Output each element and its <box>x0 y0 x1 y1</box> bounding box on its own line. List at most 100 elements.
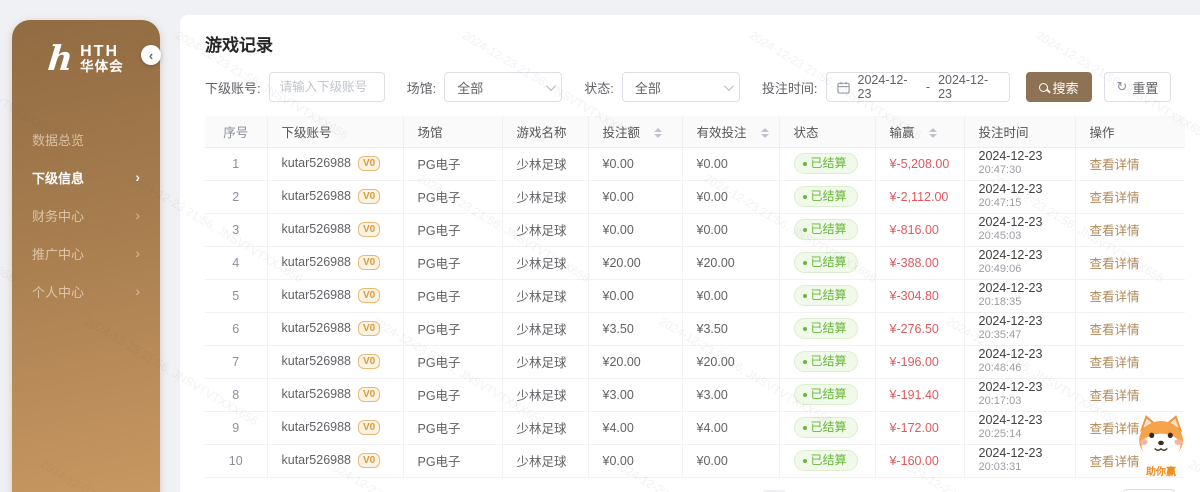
date-separator: - <box>926 80 930 94</box>
sidebar-item-label: 推广中心 <box>32 244 84 263</box>
sidebar-item[interactable]: 财务中心 › <box>12 196 160 234</box>
table-header-row: 序号下级账号场馆游戏名称投注额有效投注状态输赢投注时间操作 <box>205 116 1185 147</box>
sidebar-item[interactable]: 个人中心› <box>12 272 160 310</box>
records-table: 序号下级账号场馆游戏名称投注额有效投注状态输赢投注时间操作 1 kutar526… <box>205 116 1185 478</box>
cell-status: 已结算 <box>779 147 875 180</box>
status-dot-icon <box>803 294 807 298</box>
date-range-picker[interactable]: 2024-12-23 - 2024-12-23 <box>826 72 1010 102</box>
main-content: 游戏记录 下级账号: 场馆: 全部 状态: 全部 投注时间: 2024- <box>180 15 1200 492</box>
chevron-right-icon: › <box>135 207 140 223</box>
column-header[interactable]: 投注额 <box>588 116 682 147</box>
cell-account: kutar526988V0 <box>267 246 403 279</box>
sidebar-item-label: 财务中心 <box>32 206 84 225</box>
cell-index: 5 <box>205 279 267 312</box>
cell-status: 已结算 <box>779 444 875 477</box>
cell-valid-bet: ¥0.00 <box>682 279 779 312</box>
cell-winloss: ¥-304.80 <box>875 279 964 312</box>
account-input[interactable] <box>269 72 385 102</box>
status-badge: 已结算 <box>794 186 858 207</box>
cell-game: 少林足球 <box>502 444 588 477</box>
cell-winloss: ¥-172.00 <box>875 411 964 444</box>
sidebar-item[interactable]: 下级信息› <box>12 158 160 196</box>
cell-index: 4 <box>205 246 267 279</box>
cell-account: kutar526988V0 <box>267 279 403 312</box>
mascot-widget[interactable]: 助你赢 <box>1132 413 1190 478</box>
status-badge: 已结算 <box>794 153 858 174</box>
cell-bet-amount: ¥20.00 <box>588 246 682 279</box>
sort-icon <box>654 128 662 138</box>
vip-level-badge: V0 <box>358 222 380 237</box>
cell-index: 8 <box>205 378 267 411</box>
filter-bar: 下级账号: 场馆: 全部 状态: 全部 投注时间: 2024-12-23 - <box>205 72 1185 102</box>
vip-level-badge: V0 <box>358 420 380 435</box>
status-select[interactable]: 全部 <box>622 72 740 102</box>
page-title: 游戏记录 <box>205 31 1185 56</box>
sort-icon <box>929 128 937 138</box>
sidebar-item[interactable]: 推广中心› <box>12 234 160 272</box>
table-row: 7 kutar526988V0 PG电子 少林足球 ¥20.00 ¥20.00 … <box>205 345 1185 378</box>
column-header[interactable]: 输赢 <box>875 116 964 147</box>
cell-game: 少林足球 <box>502 213 588 246</box>
sidebar-collapse-button[interactable]: ‹ <box>141 45 161 65</box>
cell-action: 查看详情 <box>1075 279 1185 312</box>
view-detail-link[interactable]: 查看详情 <box>1090 290 1140 304</box>
cell-status: 已结算 <box>779 378 875 411</box>
date-end: 2024-12-23 <box>938 73 998 101</box>
cell-winloss: ¥-388.00 <box>875 246 964 279</box>
view-detail-link[interactable]: 查看详情 <box>1090 323 1140 337</box>
table-row: 2 kutar526988V0 PG电子 少林足球 ¥0.00 ¥0.00 已结… <box>205 180 1185 213</box>
sidebar: h HTH 华体会 数据总览下级信息› 财务中心 › 推广中心›个人中心› <box>12 20 160 492</box>
view-detail-link[interactable]: 查看详情 <box>1090 389 1140 403</box>
status-dot-icon <box>803 228 807 232</box>
cell-status: 已结算 <box>779 180 875 213</box>
cell-bet-amount: ¥0.00 <box>588 279 682 312</box>
cell-account: kutar526988V0 <box>267 213 403 246</box>
cell-game: 少林足球 <box>502 345 588 378</box>
sidebar-item[interactable]: 数据总览 <box>12 120 160 158</box>
reset-button[interactable]: ↻ 重置 <box>1104 72 1172 102</box>
search-button[interactable]: 搜索 <box>1026 72 1092 102</box>
date-start: 2024-12-23 <box>858 73 918 101</box>
cell-bet-time: 2024-12-2320:18:35 <box>964 279 1075 312</box>
brand-logo: h HTH 华体会 <box>12 20 160 94</box>
cell-action: 查看详情 <box>1075 378 1185 411</box>
cell-game: 少林足球 <box>502 147 588 180</box>
chevron-down-icon <box>546 81 556 91</box>
status-badge: 已结算 <box>794 450 858 471</box>
cell-winloss: ¥-196.00 <box>875 345 964 378</box>
status-badge: 已结算 <box>794 219 858 240</box>
sidebar-item-label: 数据总览 <box>32 130 84 149</box>
cell-index: 6 <box>205 312 267 345</box>
cell-bet-amount: ¥20.00 <box>588 345 682 378</box>
vip-level-badge: V0 <box>358 321 380 336</box>
view-detail-link[interactable]: 查看详情 <box>1090 158 1140 172</box>
venue-select[interactable]: 全部 <box>444 72 562 102</box>
cell-venue: PG电子 <box>403 246 502 279</box>
vip-level-badge: V0 <box>358 288 380 303</box>
cell-valid-bet: ¥0.00 <box>682 444 779 477</box>
cell-game: 少林足球 <box>502 312 588 345</box>
brand-name-cn: 华体会 <box>80 60 124 74</box>
cell-status: 已结算 <box>779 312 875 345</box>
column-header[interactable]: 有效投注 <box>682 116 779 147</box>
cell-game: 少林足球 <box>502 180 588 213</box>
view-detail-link[interactable]: 查看详情 <box>1090 356 1140 370</box>
view-detail-link[interactable]: 查看详情 <box>1090 257 1140 271</box>
vip-level-badge: V0 <box>358 156 380 171</box>
cell-bet-time: 2024-12-2320:47:30 <box>964 147 1075 180</box>
cell-game: 少林足球 <box>502 378 588 411</box>
status-badge: 已结算 <box>794 252 858 273</box>
table-row: 5 kutar526988V0 PG电子 少林足球 ¥0.00 ¥0.00 已结… <box>205 279 1185 312</box>
vip-level-badge: V0 <box>358 354 380 369</box>
cell-game: 少林足球 <box>502 246 588 279</box>
table-row: 10 kutar526988V0 PG电子 少林足球 ¥0.00 ¥0.00 已… <box>205 444 1185 477</box>
cell-winloss: ¥-2,112.00 <box>875 180 964 213</box>
cell-game: 少林足球 <box>502 411 588 444</box>
cell-venue: PG电子 <box>403 345 502 378</box>
jump-page-input[interactable] <box>1123 489 1175 492</box>
view-detail-link[interactable]: 查看详情 <box>1090 191 1140 205</box>
column-header: 下级账号 <box>267 116 403 147</box>
cell-valid-bet: ¥20.00 <box>682 246 779 279</box>
view-detail-link[interactable]: 查看详情 <box>1090 224 1140 238</box>
account-filter-label: 下级账号: <box>205 78 261 97</box>
